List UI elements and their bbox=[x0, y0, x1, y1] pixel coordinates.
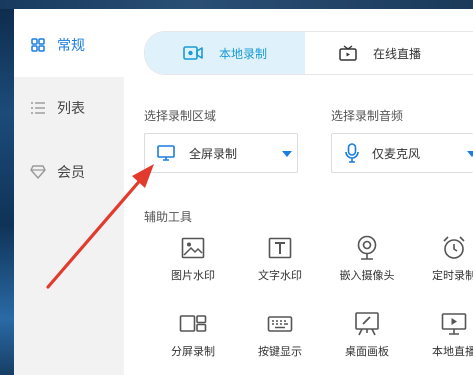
list-icon bbox=[30, 100, 46, 116]
mode-switch: 本地录制 在线直播 bbox=[144, 31, 473, 75]
record-area-label: 选择录制区域 bbox=[144, 109, 217, 123]
tab-label: 本地录制 bbox=[218, 46, 267, 61]
record-audio-label: 选择录制音频 bbox=[331, 109, 404, 123]
tool-label: 分屏录制 bbox=[171, 345, 215, 358]
diamond-icon bbox=[30, 164, 46, 180]
sidebar-item-label: 会员 bbox=[57, 165, 85, 181]
chevron-down-icon bbox=[282, 151, 292, 157]
sidebar-item-general[interactable]: 常规 bbox=[30, 33, 85, 57]
monitor-icon bbox=[157, 145, 175, 161]
tool-label: 定时录制 bbox=[432, 269, 473, 282]
tv-icon bbox=[339, 44, 357, 62]
record-area-value: 全屏录制 bbox=[189, 146, 238, 161]
whiteboard-icon bbox=[327, 309, 407, 339]
tool-label: 嵌入摄像头 bbox=[339, 269, 395, 282]
sidebar-item-label: 列表 bbox=[57, 101, 85, 117]
tool-label: 桌面画板 bbox=[345, 345, 389, 358]
tool-split-screen[interactable]: 分屏录制 bbox=[153, 309, 233, 359]
tool-label: 按键显示 bbox=[258, 345, 302, 358]
tool-local-live[interactable]: 本地直播 bbox=[414, 309, 473, 359]
desktop-background-top bbox=[0, 0, 473, 9]
webcam-icon bbox=[327, 233, 407, 263]
settings-window: 常规 列表 会员 本地录制 在线直播 选择录制区域 选择录制音频 全屏录制 仅麦… bbox=[14, 9, 473, 375]
tool-label: 图片水印 bbox=[171, 269, 215, 282]
text-icon bbox=[240, 233, 320, 263]
sidebar-item-membership[interactable]: 会员 bbox=[30, 160, 85, 184]
tool-key-display[interactable]: 按键显示 bbox=[240, 309, 320, 359]
main-panel: 本地录制 在线直播 选择录制区域 选择录制音频 全屏录制 仅麦克风 辅助工具 图… bbox=[124, 9, 473, 375]
split-screen-icon bbox=[153, 309, 233, 339]
camera-icon bbox=[183, 45, 203, 61]
microphone-icon bbox=[344, 143, 360, 163]
record-area-select[interactable]: 全屏录制 bbox=[144, 133, 298, 173]
tab-label: 在线直播 bbox=[373, 46, 422, 61]
tools-label: 辅助工具 bbox=[144, 210, 193, 224]
tab-local-recording[interactable]: 本地录制 bbox=[145, 32, 305, 74]
tool-label: 文字水印 bbox=[258, 269, 302, 282]
record-audio-select[interactable]: 仅麦克风 bbox=[331, 133, 473, 173]
tool-label: 本地直播 bbox=[432, 345, 473, 358]
sidebar-item-label: 常规 bbox=[57, 38, 85, 54]
grid-icon bbox=[30, 37, 46, 53]
tool-image-watermark[interactable]: 图片水印 bbox=[153, 233, 233, 283]
image-icon bbox=[153, 233, 233, 263]
tool-desktop-whiteboard[interactable]: 桌面画板 bbox=[327, 309, 407, 359]
tool-embed-webcam[interactable]: 嵌入摄像头 bbox=[327, 233, 407, 283]
tool-text-watermark[interactable]: 文字水印 bbox=[240, 233, 320, 283]
tab-online-live[interactable]: 在线直播 bbox=[305, 32, 473, 74]
live-screen-icon bbox=[414, 309, 473, 339]
record-audio-value: 仅麦克风 bbox=[372, 146, 421, 161]
sidebar: 常规 列表 会员 bbox=[14, 9, 124, 375]
sidebar-item-list[interactable]: 列表 bbox=[30, 96, 85, 120]
alarm-clock-icon bbox=[414, 233, 473, 263]
keyboard-icon bbox=[240, 309, 320, 339]
tool-scheduled-recording[interactable]: 定时录制 bbox=[414, 233, 473, 283]
chevron-down-icon bbox=[467, 151, 473, 157]
desktop-background bbox=[0, 0, 14, 375]
